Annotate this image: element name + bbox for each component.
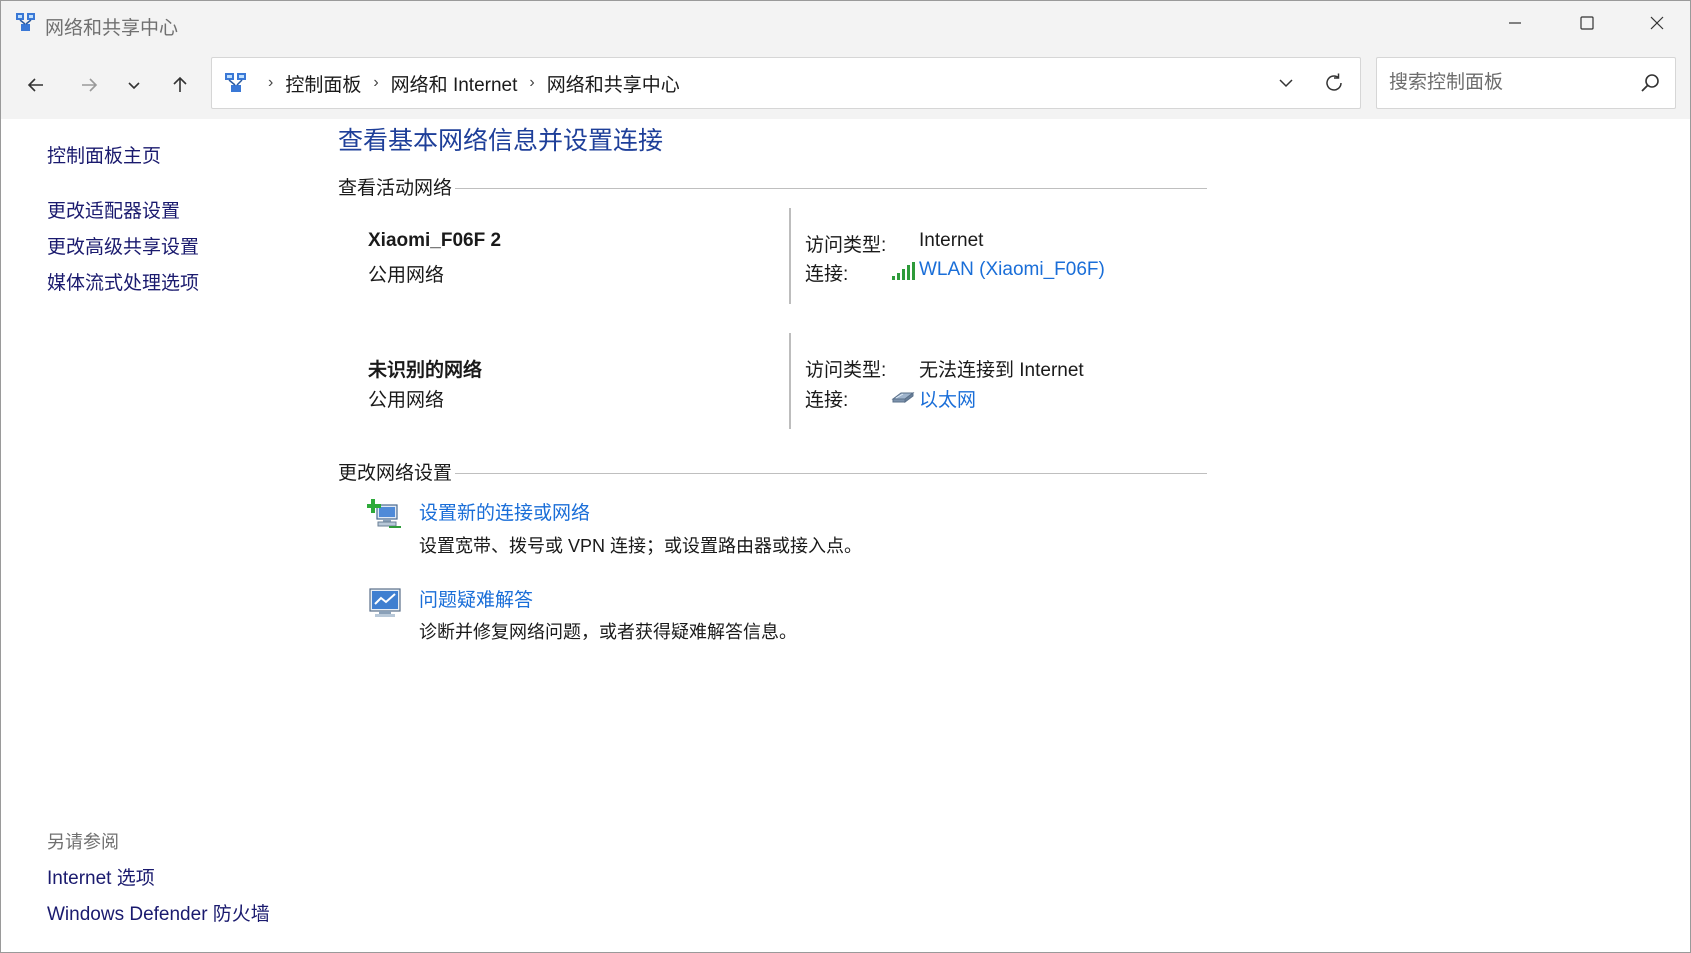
close-icon <box>1650 16 1664 30</box>
breadcrumb-separator[interactable]: › <box>373 74 378 92</box>
forward-button[interactable] <box>71 67 107 103</box>
control-panel-network-icon <box>225 73 246 92</box>
access-type-label: 访问类型: <box>805 360 887 381</box>
title-bar: 网络和共享中心 <box>1 1 1690 45</box>
address-bar[interactable]: › 控制面板 › 网络和 Internet › 网络和共享中心 <box>211 57 1361 109</box>
network-sharing-center-window: 网络和共享中心 › 控制面板 › 网络和 Internet › 网络和共享中心 … <box>0 0 1691 953</box>
connection-label: 连接: <box>805 264 849 285</box>
see-also-heading: 另请参阅 <box>47 832 119 852</box>
search-icon[interactable] <box>1639 72 1661 94</box>
address-history-button[interactable] <box>1274 71 1298 95</box>
breadcrumb-separator[interactable]: › <box>529 74 534 92</box>
sidebar-item-internet-options[interactable]: Internet 选项 <box>47 863 155 890</box>
window-title: 网络和共享中心 <box>45 18 179 39</box>
breadcrumb-network-internet[interactable]: 网络和 Internet <box>391 70 518 97</box>
access-type-value: 无法连接到 Internet <box>919 360 1084 381</box>
troubleshoot-link[interactable]: 问题疑难解答 <box>419 585 533 612</box>
section-divider <box>455 473 1207 474</box>
close-button[interactable] <box>1621 1 1691 45</box>
minimize-button[interactable] <box>1479 1 1551 45</box>
network-divider <box>789 333 791 429</box>
maximize-icon <box>1580 16 1594 30</box>
arrow-right-icon <box>82 78 98 92</box>
sidebar-item-windows-defender-firewall[interactable]: Windows Defender 防火墙 <box>47 899 270 926</box>
network-name: 未识别的网络 <box>368 360 483 381</box>
network-category[interactable]: 公用网络 <box>368 385 444 412</box>
search-box[interactable] <box>1376 57 1676 109</box>
wlan-connection-link[interactable]: WLAN (Xiaomi_F06F) <box>919 259 1105 281</box>
back-button[interactable] <box>18 67 54 103</box>
ethernet-icon <box>891 392 915 403</box>
network-divider <box>789 208 791 304</box>
page-title: 查看基本网络信息并设置连接 <box>338 127 664 155</box>
chevron-down-icon <box>128 82 140 90</box>
new-connection-icon <box>367 499 401 528</box>
sidebar-item-change-adapter-settings[interactable]: 更改适配器设置 <box>47 196 180 223</box>
maximize-button[interactable] <box>1551 1 1623 45</box>
chevron-down-icon <box>1279 79 1293 88</box>
wifi-signal-icon <box>892 262 915 280</box>
up-button[interactable] <box>162 67 198 103</box>
active-networks-heading: 查看活动网络 <box>338 177 453 199</box>
section-divider <box>455 188 1207 189</box>
troubleshoot-description: 诊断并修复网络问题，或者获得疑难解答信息。 <box>419 622 797 642</box>
refresh-button[interactable] <box>1320 69 1348 97</box>
sidebar-item-media-streaming[interactable]: 媒体流式处理选项 <box>47 268 199 295</box>
ethernet-connection-link[interactable]: 以太网 <box>919 385 976 412</box>
breadcrumb: › 控制面板 › 网络和 Internet › 网络和共享中心 <box>256 58 680 108</box>
sidebar-control-panel-home[interactable]: 控制面板主页 <box>47 141 161 168</box>
troubleshoot-icon <box>369 588 401 617</box>
setup-new-connection-link[interactable]: 设置新的连接或网络 <box>419 498 590 525</box>
navigation-bar: › 控制面板 › 网络和 Internet › 网络和共享中心 <box>1 45 1690 119</box>
search-input[interactable] <box>1377 58 1627 108</box>
sidebar-item-change-advanced-sharing[interactable]: 更改高级共享设置 <box>47 232 199 259</box>
refresh-icon <box>1326 73 1342 91</box>
network-category[interactable]: 公用网络 <box>368 260 444 287</box>
recent-locations-button[interactable] <box>116 67 152 103</box>
breadcrumb-separator[interactable]: › <box>268 74 273 92</box>
arrow-left-icon <box>27 78 43 92</box>
minimize-icon <box>1509 22 1521 24</box>
network-name: Xiaomi_F06F 2 <box>368 230 502 251</box>
arrow-up-icon <box>173 76 187 92</box>
connection-label: 连接: <box>805 390 849 411</box>
change-settings-heading: 更改网络设置 <box>338 462 453 484</box>
access-type-value: Internet <box>919 230 984 251</box>
access-type-label: 访问类型: <box>805 235 887 256</box>
setup-new-connection-description: 设置宽带、拨号或 VPN 连接；或设置路由器或接入点。 <box>419 536 863 556</box>
network-app-icon <box>16 13 35 31</box>
breadcrumb-control-panel[interactable]: 控制面板 <box>285 70 361 97</box>
breadcrumb-network-sharing-center[interactable]: 网络和共享中心 <box>547 70 680 97</box>
